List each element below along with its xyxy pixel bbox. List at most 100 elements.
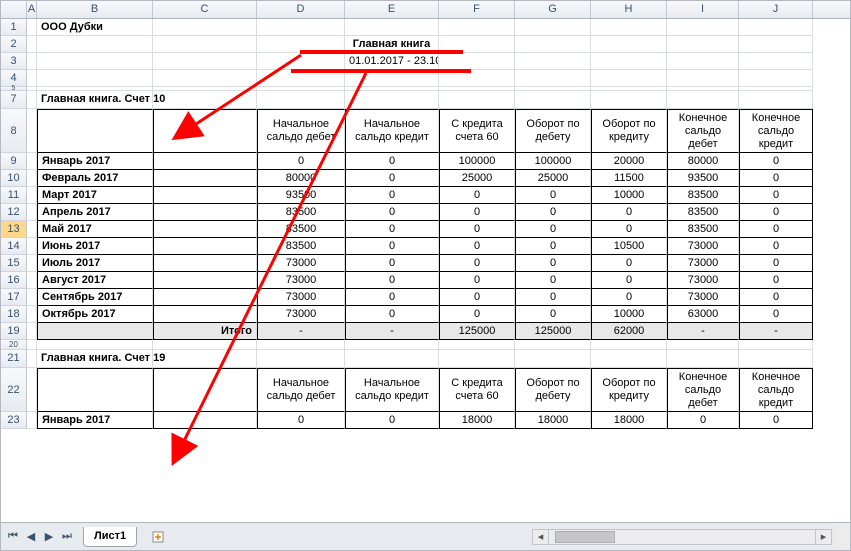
data-cs[interactable]: 0	[345, 238, 439, 255]
data-cs[interactable]: 0	[345, 170, 439, 187]
data-ds[interactable]: 83500	[257, 238, 345, 255]
col-header-G[interactable]: G	[515, 1, 591, 18]
data-ce[interactable]: 0	[739, 272, 813, 289]
col-header-J[interactable]: J	[739, 1, 813, 18]
company-cell[interactable]: ООО Дубки	[37, 19, 153, 36]
row-header-7[interactable]: 7	[1, 91, 27, 109]
data-cs[interactable]: 0	[345, 272, 439, 289]
data-month[interactable]: Сентябрь 2017	[37, 289, 153, 306]
data-tc[interactable]: 20000	[591, 153, 667, 170]
horizontal-scrollbar[interactable]: ◂ ▸	[532, 529, 832, 545]
data-ce[interactable]: 0	[739, 255, 813, 272]
period-cell[interactable]: 01.01.2017 - 23.10.2017	[345, 53, 439, 70]
col-header-A[interactable]: A	[27, 1, 37, 18]
data-ce[interactable]: 0	[739, 221, 813, 238]
row-header[interactable]: 13	[1, 221, 27, 238]
data-fc[interactable]: 0	[439, 272, 515, 289]
hdr-turnoverd[interactable]: Оборот по дебету	[515, 109, 591, 153]
data-fc[interactable]: 0	[439, 238, 515, 255]
data-ds[interactable]: 73000	[257, 306, 345, 323]
data-td[interactable]: 0	[515, 289, 591, 306]
data-tc[interactable]: 0	[591, 255, 667, 272]
data-cs[interactable]: 0	[345, 187, 439, 204]
data-cs[interactable]: 0	[345, 289, 439, 306]
row-header-2[interactable]: 2	[1, 36, 27, 53]
row-header[interactable]: 14	[1, 238, 27, 255]
row-header[interactable]: 18	[1, 306, 27, 323]
scroll-left-icon[interactable]: ◂	[533, 530, 549, 544]
data-month[interactable]: Март 2017	[37, 187, 153, 204]
data-fc[interactable]: 100000	[439, 153, 515, 170]
row-header-20[interactable]: 20	[1, 340, 27, 350]
data-tc[interactable]: 0	[591, 221, 667, 238]
sheet-tab-add[interactable]	[141, 527, 175, 547]
data-tc[interactable]: 0	[591, 289, 667, 306]
data-de[interactable]: 73000	[667, 289, 739, 306]
row-header-19[interactable]: 19	[1, 323, 27, 340]
scroll-right-icon[interactable]: ▸	[815, 530, 831, 544]
data-month[interactable]: Апрель 2017	[37, 204, 153, 221]
row-header-8[interactable]: 8	[1, 109, 27, 153]
data-ds[interactable]: 83500	[257, 204, 345, 221]
data-fc[interactable]: 0	[439, 255, 515, 272]
data-cs[interactable]: 0	[345, 204, 439, 221]
data-td[interactable]: 0	[515, 238, 591, 255]
data-de[interactable]: 80000	[667, 153, 739, 170]
data-tc[interactable]: 0	[591, 272, 667, 289]
col-header-I[interactable]: I	[667, 1, 739, 18]
data-td[interactable]: 0	[515, 221, 591, 238]
hdr-fromcredit[interactable]: С кредита счета 60	[439, 109, 515, 153]
grid-area[interactable]: A B C D E F G H I J 1 ООО Дубки 2 Главна…	[1, 1, 850, 522]
tab-nav-next-icon[interactable]: ▶	[41, 530, 57, 544]
row-header[interactable]: 15	[1, 255, 27, 272]
section-10-label[interactable]: Главная книга. Счет 10	[37, 91, 153, 109]
tab-nav-first-icon[interactable]: ⏮	[5, 530, 21, 544]
tab-nav-last-icon[interactable]: ⏭	[59, 530, 75, 544]
data-td[interactable]: 0	[515, 272, 591, 289]
hdr-turnoverc[interactable]: Оборот по кредиту	[591, 109, 667, 153]
row-header[interactable]: 16	[1, 272, 27, 289]
data-ce[interactable]: 0	[739, 170, 813, 187]
data-ce[interactable]: 0	[739, 187, 813, 204]
data-month[interactable]: Февраль 2017	[37, 170, 153, 187]
data-de[interactable]: 73000	[667, 272, 739, 289]
data-de[interactable]: 83500	[667, 221, 739, 238]
hdr-debitend[interactable]: Конечное сальдо дебет	[667, 109, 739, 153]
data-td[interactable]: 0	[515, 204, 591, 221]
data-month[interactable]: Июль 2017	[37, 255, 153, 272]
data-fc[interactable]: 0	[439, 306, 515, 323]
select-all-corner[interactable]	[1, 1, 27, 18]
row-header[interactable]: 9	[1, 153, 27, 170]
row-header[interactable]: 10	[1, 170, 27, 187]
data-cs[interactable]: 0	[345, 153, 439, 170]
section-19-label[interactable]: Главная книга. Счет 19	[37, 350, 153, 368]
data-de[interactable]: 93500	[667, 170, 739, 187]
data-tc[interactable]: 0	[591, 204, 667, 221]
row-header[interactable]: 12	[1, 204, 27, 221]
scroll-thumb[interactable]	[555, 531, 615, 543]
hdr-creditstart[interactable]: Начальное сальдо кредит	[345, 109, 439, 153]
hdr-debitstart[interactable]: Начальное сальдо дебет	[257, 109, 345, 153]
data-td[interactable]: 0	[515, 306, 591, 323]
data-ds[interactable]: 93500	[257, 187, 345, 204]
data-fc[interactable]: 0	[439, 204, 515, 221]
hdr-creditend[interactable]: Конечное сальдо кредит	[739, 109, 813, 153]
data-td[interactable]: 0	[515, 187, 591, 204]
data-ds[interactable]: 83500	[257, 221, 345, 238]
data-td[interactable]: 0	[515, 255, 591, 272]
data-de[interactable]: 83500	[667, 204, 739, 221]
data-de[interactable]: 83500	[667, 187, 739, 204]
data-ce[interactable]: 0	[739, 153, 813, 170]
data-month[interactable]: Январь 2017	[37, 153, 153, 170]
row-header-23[interactable]: 23	[1, 412, 27, 429]
data-month[interactable]: Август 2017	[37, 272, 153, 289]
data-tc[interactable]: 11500	[591, 170, 667, 187]
data-cs[interactable]: 0	[345, 306, 439, 323]
col-header-F[interactable]: F	[439, 1, 515, 18]
data-de[interactable]: 63000	[667, 306, 739, 323]
data-de[interactable]: 73000	[667, 255, 739, 272]
data-fc[interactable]: 0	[439, 221, 515, 238]
row-header-22[interactable]: 22	[1, 368, 27, 412]
data-ds[interactable]: 0	[257, 153, 345, 170]
data-tc[interactable]: 10500	[591, 238, 667, 255]
